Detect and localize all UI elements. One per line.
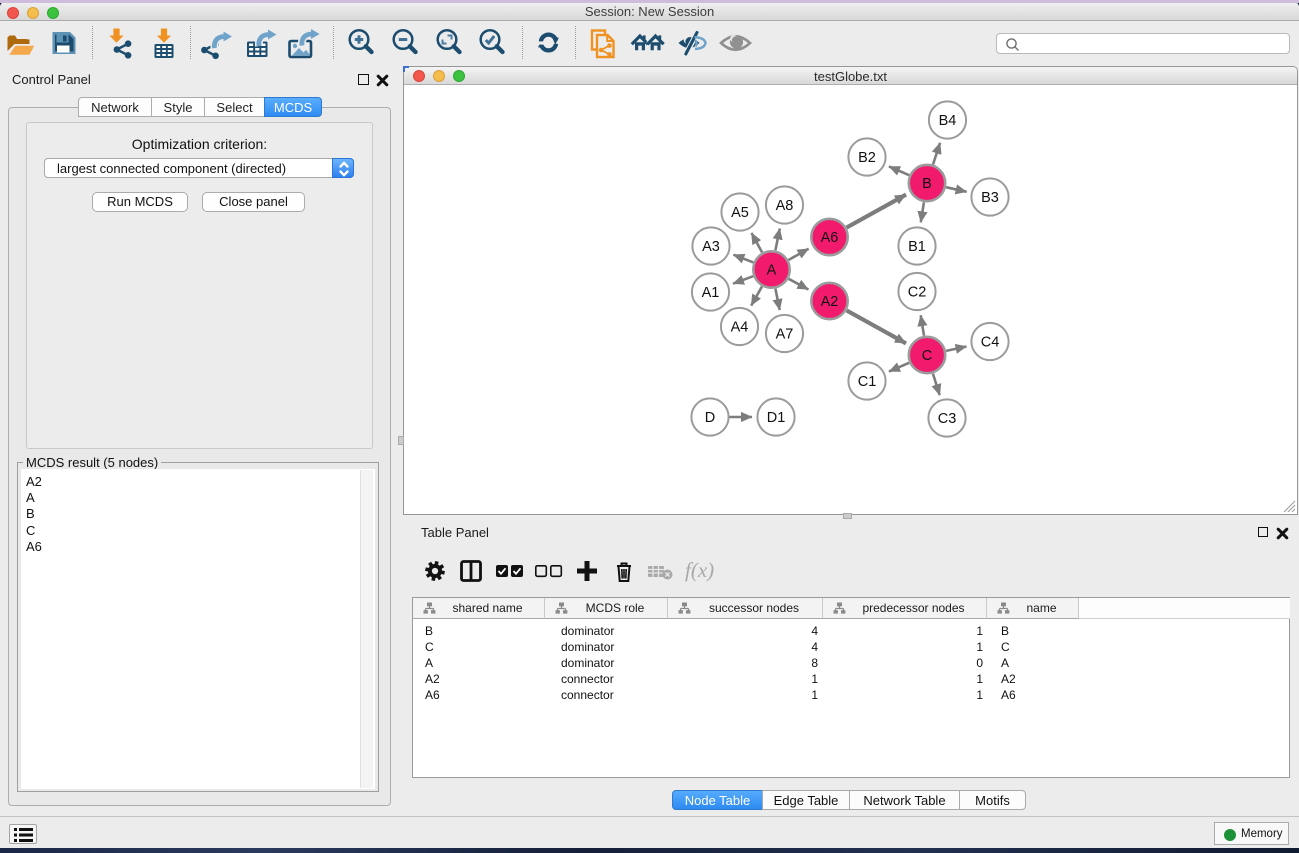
svg-text:B1: B1 xyxy=(908,239,926,255)
svg-text:A4: A4 xyxy=(731,320,749,336)
svg-text:C3: C3 xyxy=(938,411,957,427)
svg-text:B: B xyxy=(922,176,932,192)
svg-text:C4: C4 xyxy=(981,335,1000,351)
svg-text:A8: A8 xyxy=(776,198,794,214)
svg-text:C1: C1 xyxy=(858,374,877,390)
svg-text:A5: A5 xyxy=(731,205,749,221)
svg-text:A1: A1 xyxy=(702,285,720,301)
svg-text:D1: D1 xyxy=(767,410,786,426)
svg-text:B3: B3 xyxy=(981,190,999,206)
svg-text:A7: A7 xyxy=(776,327,794,343)
svg-text:B2: B2 xyxy=(858,150,876,166)
svg-text:A6: A6 xyxy=(821,230,839,246)
svg-text:A: A xyxy=(767,263,777,279)
svg-text:C2: C2 xyxy=(908,285,927,301)
svg-text:A2: A2 xyxy=(821,294,839,310)
svg-text:C: C xyxy=(922,348,932,364)
svg-text:A3: A3 xyxy=(702,239,720,255)
svg-text:B4: B4 xyxy=(939,113,957,129)
svg-text:D: D xyxy=(705,410,715,426)
